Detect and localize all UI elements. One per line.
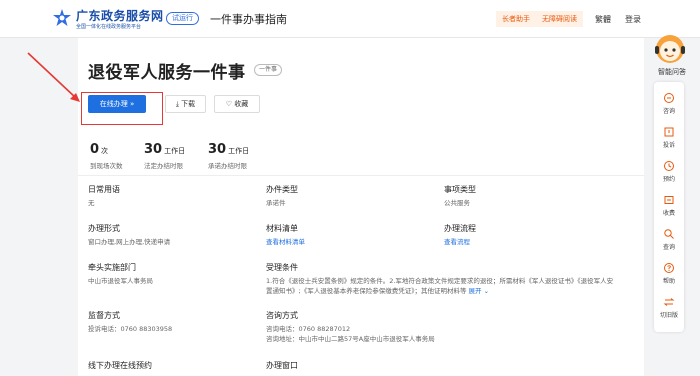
stat-label: 到现场次数	[90, 162, 123, 170]
field-label: 受理条件	[266, 263, 298, 272]
download-button[interactable]: ⤓ 下载	[165, 95, 206, 113]
site-name[interactable]: 广东政务服务网	[76, 7, 164, 24]
field-label: 办理流程	[444, 224, 476, 233]
clock-icon	[664, 161, 674, 171]
rail-item-search[interactable]: 查询	[654, 228, 684, 251]
download-label: 下载	[181, 100, 196, 108]
assistant-label: 智能问答	[658, 68, 686, 76]
gov-logo-icon	[53, 9, 71, 26]
field-category: 事项类型 公共服务	[444, 184, 614, 208]
consult-address: 咨询地址：中山市中山二路57号A座中山市退役军人事务局	[266, 335, 435, 343]
assistant-avatar-icon[interactable]	[652, 30, 688, 66]
section-divider	[78, 175, 644, 176]
field-aliases: 日常用语 无	[88, 184, 258, 208]
field-mode: 办理形式 窗口办理,网上办理,快递申请	[88, 223, 258, 247]
rail-item-complaint[interactable]: 投诉	[654, 126, 684, 149]
highlight-box	[81, 92, 163, 125]
conditions-text: 1.符合《退役士兵安置条例》规定的条件。2.军地符合政策文件规定要求的退役；所需…	[266, 277, 614, 295]
field-value: 窗口办理,网上办理,快递申请	[88, 238, 171, 246]
help-icon	[664, 263, 674, 273]
switch-icon	[663, 298, 675, 306]
field-value: 公共服务	[444, 199, 470, 207]
stat-value: 30	[208, 142, 227, 157]
field-label: 线下办理在线预约	[88, 361, 152, 370]
fee-icon	[664, 196, 674, 204]
stat-value: 30	[144, 142, 163, 157]
rail-item-help[interactable]: 帮助	[654, 262, 684, 285]
rail-item-consult[interactable]: 咨询	[654, 92, 684, 115]
field-value: 无	[88, 199, 95, 207]
field-value: 投诉电话：0760 88303958	[88, 325, 173, 333]
field-label: 咨询方式	[266, 311, 298, 320]
field-label: 办理形式	[88, 224, 120, 233]
field-materials: 材料清单 查看材料清单	[266, 223, 436, 247]
chat-icon	[664, 93, 674, 103]
complaint-icon	[664, 127, 674, 137]
rail-item-switch-version[interactable]: 切旧版	[654, 296, 684, 319]
rail-label: 预约	[662, 176, 675, 183]
search-icon	[664, 229, 674, 239]
service-detail-card: 退役军人服务一件事 一件事 在线办理 » ⤓ 下载 ♡ 收藏 0次 到现场次数 …	[78, 38, 644, 376]
field-consultation: 咨询方式 咨询电话：0760 88287012 咨询地址：中山市中山二路57号A…	[266, 310, 614, 344]
stat-legal-limit: 30 工作日 法定办结时限	[144, 138, 185, 170]
field-value: 中山市退役军人事务局	[88, 277, 153, 285]
field-department: 牵头实施部门 中山市退役军人事务局	[88, 262, 258, 286]
rail-item-appointment[interactable]: 预约	[654, 160, 684, 183]
expand-link[interactable]: 展开 ⌄	[469, 287, 490, 295]
field-label: 牵头实施部门	[88, 263, 136, 272]
favorite-label: 收藏	[234, 100, 249, 108]
page-title: 退役军人服务一件事	[88, 63, 246, 83]
stat-unit: 工作日	[228, 147, 250, 155]
field-label: 材料清单	[266, 224, 298, 233]
field-conditions: 受理条件 1.符合《退役士兵安置条例》规定的条件。2.军地符合政策文件规定要求的…	[266, 262, 614, 296]
consult-phone: 咨询电话：0760 88287012	[266, 325, 351, 333]
process-link[interactable]: 查看流程	[444, 237, 614, 247]
accessibility-button[interactable]: 无障碍阅读	[536, 11, 583, 27]
login-link[interactable]: 登录	[625, 14, 641, 25]
field-supervision: 监督方式 投诉电话：0760 88303958	[88, 310, 258, 334]
rail-item-fee[interactable]: 收费	[654, 194, 684, 217]
stat-unit: 次	[101, 147, 109, 155]
stat-value: 0	[90, 142, 100, 157]
beta-badge: 试运行	[166, 12, 199, 25]
stat-promised-limit: 30 工作日 承诺办结时限	[208, 138, 249, 170]
field-value: 1.符合《退役士兵安置条例》规定的条件。2.军地符合政策文件规定要求的退役；所需…	[266, 276, 614, 296]
field-window: 办理窗口	[266, 360, 436, 374]
field-label: 日常用语	[88, 185, 120, 194]
stat-label: 法定办结时限	[144, 162, 183, 170]
elder-mode-button[interactable]: 长者助手	[496, 11, 536, 27]
field-label: 办件类型	[266, 185, 298, 194]
rail-label: 咨询	[662, 108, 675, 115]
top-header: 广东政务服务网 全国一体化在线政务服务平台 试运行 一件事办事指南 长者助手 无…	[0, 0, 700, 38]
favorite-button[interactable]: ♡ 收藏	[214, 95, 260, 113]
field-label: 监督方式	[88, 311, 120, 320]
item-tag: 一件事	[254, 64, 283, 76]
page-heading: 一件事办事指南	[210, 13, 287, 26]
stat-visits: 0次 到现场次数	[90, 138, 123, 170]
field-process: 办理流程 查看流程	[444, 223, 614, 247]
field-type: 办件类型 承诺件	[266, 184, 436, 208]
rail-label: 切旧版	[659, 312, 678, 319]
field-label: 事项类型	[444, 185, 476, 194]
right-toolbar: 咨询 投诉 预约 收费 查询 帮助 切旧版	[654, 82, 684, 332]
field-label: 办理窗口	[266, 361, 298, 370]
rail-label: 投诉	[662, 142, 675, 149]
rail-label: 帮助	[662, 278, 675, 285]
heart-icon: ♡	[225, 100, 233, 108]
traditional-chinese-link[interactable]: 繁體	[595, 14, 611, 25]
site-subtitle: 全国一体化在线政务服务平台	[76, 24, 142, 30]
materials-link[interactable]: 查看材料清单	[266, 237, 436, 247]
stat-label: 承诺办结时限	[208, 162, 247, 170]
field-offline-booking: 线下办理在线预约	[88, 360, 258, 374]
rail-label: 查询	[662, 244, 675, 251]
stat-unit: 工作日	[164, 147, 186, 155]
download-icon: ⤓	[175, 100, 179, 108]
rail-label: 收费	[662, 210, 675, 217]
field-value: 承诺件	[266, 199, 286, 207]
